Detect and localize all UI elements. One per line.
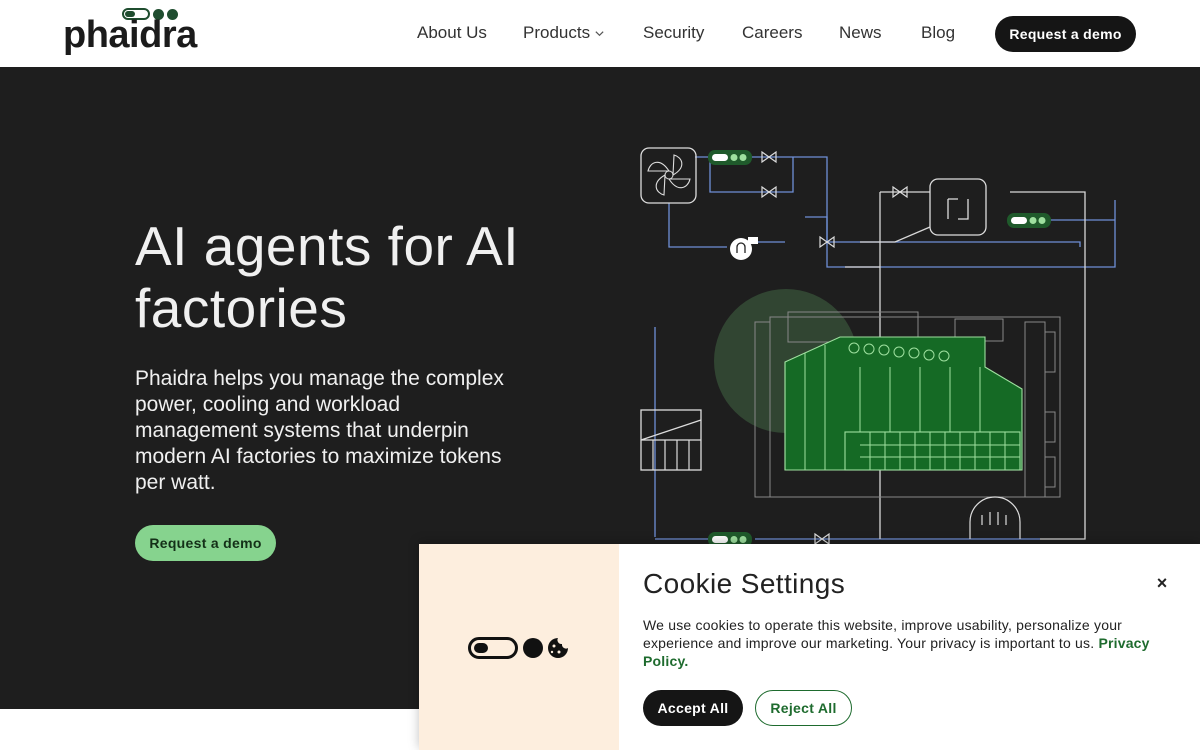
request-demo-button-hero[interactable]: Request a demo [135, 525, 276, 561]
nav-careers[interactable]: Careers [742, 23, 802, 43]
cooling-system-illustration [640, 147, 1116, 547]
cookie-description: We use cookies to operate this website, … [643, 616, 1163, 670]
cookie-banner: Cookie Settings × We use cookies to oper… [419, 544, 1200, 750]
hero-description: Phaidra helps you manage the complex pow… [135, 367, 504, 494]
nav-products-label: Products [523, 23, 591, 42]
request-demo-button-header[interactable]: Request a demo [995, 16, 1136, 52]
hero-title: AI agents for AI factories [135, 215, 520, 339]
nav-products[interactable]: Products [523, 23, 605, 43]
cookie-body-text: We use cookies to operate this website, … [643, 617, 1123, 651]
nav-blog[interactable]: Blog [921, 23, 955, 43]
chevron-down-icon [595, 30, 604, 36]
nav-news[interactable]: News [839, 23, 882, 43]
accept-all-button[interactable]: Accept All [643, 690, 743, 726]
nav-security[interactable]: Security [643, 23, 704, 43]
nav-about-us[interactable]: About Us [417, 23, 487, 43]
close-icon[interactable]: × [1152, 573, 1172, 593]
site-header: phaidra About Us Products Security Caree… [0, 0, 1200, 67]
toggle-dots-cookie-icon [468, 637, 568, 659]
cookie-title: Cookie Settings [643, 568, 846, 599]
reject-all-button[interactable]: Reject All [755, 690, 852, 726]
cookie-illustration-panel [419, 544, 619, 750]
